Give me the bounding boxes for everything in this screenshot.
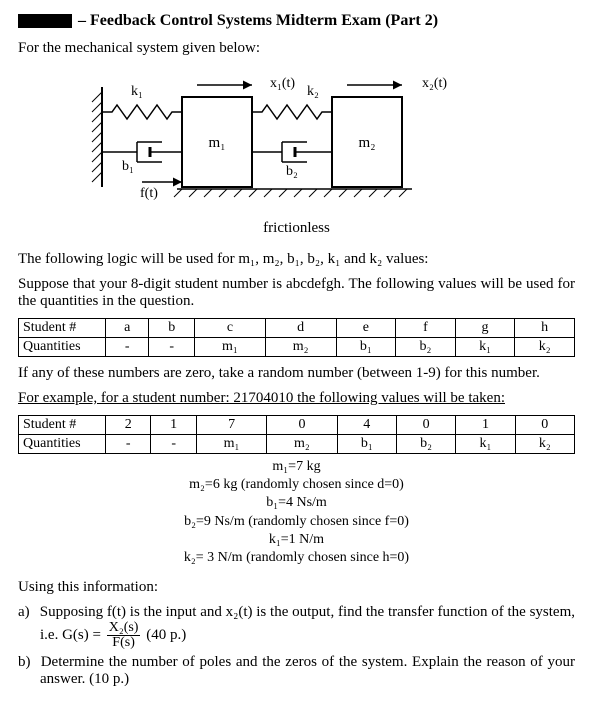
label-k2: k₂ [307,84,319,99]
label-m2: m₂ [358,135,375,151]
diagram-svg: k₁ b₁ f(t) m₁ x₁(t) k₂ b₂ m₂ x₂(t) [82,67,512,207]
list-letter: a) [18,604,36,621]
page-header: – Feedback Control Systems Midterm Exam … [18,12,575,30]
table-row: Quantities - - m₁ m₂ b₁ b₂ k₁ k₂ [19,435,575,454]
param-line: k₂= 3 N/m (randomly chosen since h=0) [18,549,575,567]
label-b1: b₁ [122,159,134,174]
cell: b₁ [336,338,396,357]
param-line: b₂=9 Ns/m (randomly chosen since f=0) [18,513,575,531]
exam-title: – Feedback Control Systems Midterm Exam … [78,12,438,30]
cell: k₂ [515,435,574,454]
logic-sentence: The following logic will be used for m₁,… [18,251,575,268]
frictionless-label: frictionless [18,220,575,237]
cell: 2 [106,416,151,435]
cell: - [151,435,196,454]
cell: 4 [337,416,396,435]
cell: 1 [151,416,196,435]
cell: k₁ [455,338,515,357]
redacted-block-icon [18,14,72,28]
cell: - [106,338,149,357]
cell: b [149,319,195,338]
cell: f [396,319,456,338]
row-label: Student # [19,416,106,435]
cell: 0 [515,416,574,435]
question-a: a) Supposing f(t) is the input and x₂(t)… [40,604,575,650]
fraction-numerator: X₂(s) [107,621,141,636]
label-x1: x₁(t) [270,76,295,91]
cell: b₁ [337,435,396,454]
transfer-function-fraction: X₂(s) F(s) [107,621,141,650]
suppose-text: Suppose that your 8-digit student number… [18,276,575,310]
param-line: b₁=4 Ns/m [18,494,575,512]
question-list: a) Supposing f(t) is the input and x₂(t)… [18,604,575,688]
cell: c [195,319,266,338]
list-letter: b) [18,654,36,671]
question-b: b) Determine the number of poles and the… [40,654,575,688]
mechanical-system-diagram: k₁ b₁ f(t) m₁ x₁(t) k₂ b₂ m₂ x₂(t) [18,67,575,212]
cell: - [149,338,195,357]
cell: - [106,435,151,454]
param-line: k₁=1 N/m [18,531,575,549]
intro-text: For the mechanical system given below: [18,40,575,57]
cell: m₂ [267,435,337,454]
cell: m₂ [265,338,336,357]
cell: b₂ [396,435,455,454]
cell: k₁ [456,435,515,454]
table-row: Student # 2 1 7 0 4 0 1 0 [19,416,575,435]
cell: b₂ [396,338,456,357]
fraction-denominator: F(s) [107,636,141,650]
mapping-table-generic: Student # a b c d e f g h Quantities - -… [18,318,575,357]
param-line: m₂=6 kg (randomly chosen since d=0) [18,476,575,494]
label-m1: m₁ [208,135,225,151]
cell: m₁ [195,338,266,357]
cell: k₂ [515,338,575,357]
cell: h [515,319,575,338]
cell: 0 [396,416,455,435]
table-row: Quantities - - m₁ m₂ b₁ b₂ k₁ k₂ [19,338,575,357]
cell: d [265,319,336,338]
zero-note: If any of these numbers are zero, take a… [18,365,575,382]
cell: m₁ [196,435,266,454]
cell: e [336,319,396,338]
cell: g [455,319,515,338]
using-info: Using this information: [18,579,575,596]
cell: 1 [456,416,515,435]
qb-text: Determine the number of poles and the ze… [40,654,575,687]
cell: 7 [196,416,266,435]
cell: 0 [267,416,337,435]
row-label: Quantities [19,338,106,357]
table-row: Student # a b c d e f g h [19,319,575,338]
cell: a [106,319,149,338]
label-b2: b₂ [286,164,298,179]
example-line: For example, for a student number: 21704… [18,390,575,407]
label-ft: f(t) [140,186,158,201]
qa-points: (40 p.) [146,627,186,643]
resolved-parameters: m₁=7 kg m₂=6 kg (randomly chosen since d… [18,458,575,567]
mapping-table-example: Student # 2 1 7 0 4 0 1 0 Quantities - -… [18,415,575,454]
label-k1: k₁ [131,84,143,99]
label-x2: x₂(t) [422,76,447,91]
row-label: Student # [19,319,106,338]
row-label: Quantities [19,435,106,454]
param-line: m₁=7 kg [18,458,575,476]
